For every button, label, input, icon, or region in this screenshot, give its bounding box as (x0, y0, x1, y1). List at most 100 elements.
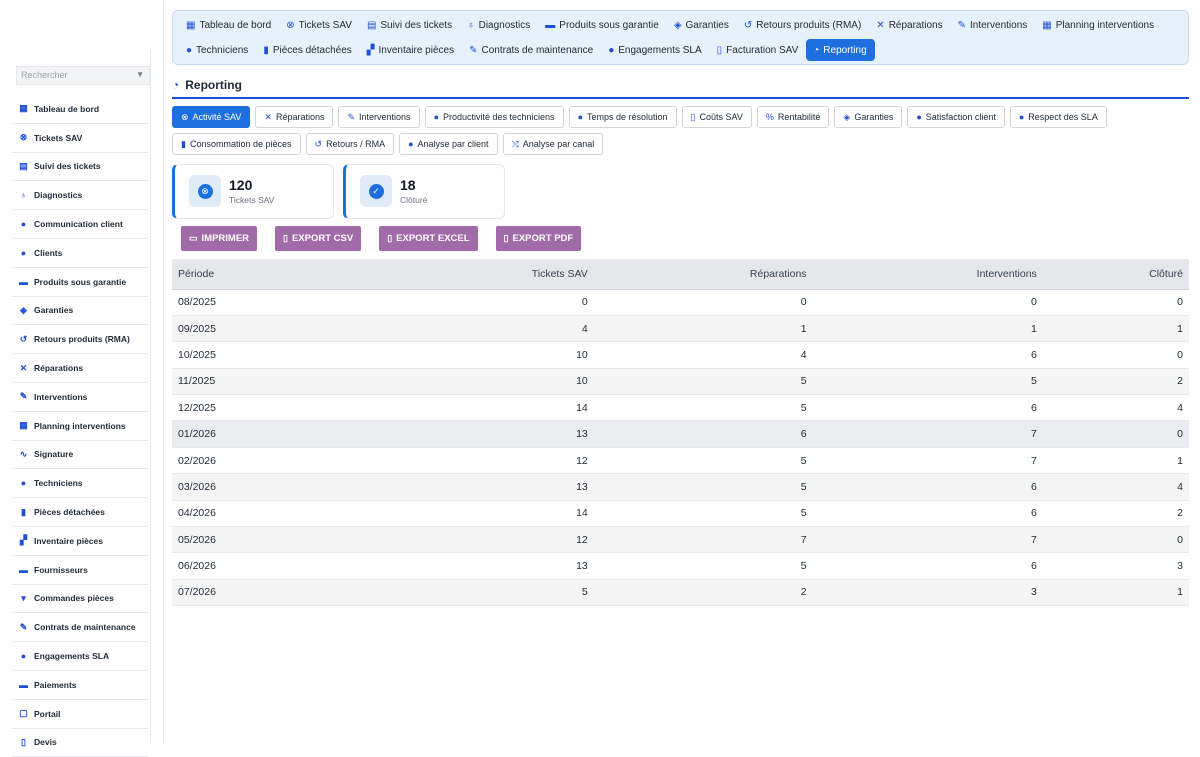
table-cell: 10/2025 (172, 341, 222, 369)
table-cell: 01/2026 (172, 420, 222, 448)
sidebar-item-pieces-detachees[interactable]: ▮ Pièces détachées (12, 498, 148, 527)
sidebar-item-inventaire-pieces[interactable]: ▞ Inventaire pièces (12, 527, 148, 556)
sidebar-item-label: Tickets SAV (34, 132, 83, 143)
top-nav-reporting[interactable]: ◔ Reporting (806, 39, 875, 61)
top-nav-tableau-de-bord[interactable]: ▦ Tableau de bord (179, 14, 279, 36)
top-nav-contrats-de-maintenance[interactable]: ✎ Contrats de maintenance (462, 39, 601, 61)
table-cell: 1 (1042, 315, 1189, 343)
sidebar-item-signature[interactable]: ∿ Signature (12, 441, 148, 470)
sidebar-item-diagnostics[interactable]: ♁ Diagnostics (12, 181, 148, 211)
table-cell: 05/2026 (172, 526, 222, 554)
tab-interventions[interactable]: ✎ Interventions (338, 106, 420, 128)
column-header-periode[interactable]: Période (172, 259, 222, 290)
sidebar-item-suivi-des-tickets[interactable]: ▤ Suivi des tickets (12, 153, 148, 182)
top-nav-techniciens[interactable]: ● Techniciens (179, 39, 256, 61)
sidebar-item-techniciens[interactable]: ● Techniciens (12, 469, 148, 499)
table-cell: 7 (812, 526, 1043, 554)
sidebar-search-select[interactable]: Rechercher ▼ (16, 66, 150, 85)
top-nav-tickets-sav[interactable]: ⊗ Tickets SAV (279, 14, 360, 36)
top-nav-label: Diagnostics (478, 19, 531, 31)
wrench-icon: ✎ (957, 19, 966, 31)
tab-respect-des-sla[interactable]: ● Respect des SLA (1009, 106, 1107, 128)
tab-productivite-des-techniciens[interactable]: ● Productivité des techniciens (424, 106, 564, 128)
column-header-cloture[interactable]: Clôturé (1042, 259, 1189, 290)
table-icon: ▤ (366, 19, 377, 31)
top-nav-engagements-sla[interactable]: ● Engagements SLA (601, 39, 709, 61)
imprimer-button[interactable]: ▭ IMPRIMER (181, 226, 258, 251)
sidebar-item-engagements-sla[interactable]: ● Engagements SLA (12, 642, 148, 671)
sidebar-item-reparations[interactable]: ✕ Réparations (12, 354, 148, 383)
top-nav-produits-sous-garantie[interactable]: ▬ Produits sous garantie (538, 14, 667, 36)
signature-icon: ∿ (19, 448, 28, 459)
export-csv-button[interactable]: ▯ EXPORT CSV (275, 226, 362, 251)
cart-icon: ▾ (21, 592, 26, 603)
top-nav-planning-interventions[interactable]: ▦ Planning interventions (1035, 14, 1162, 36)
tab-temps-de-resolution[interactable]: ● Temps de résolution (568, 106, 677, 128)
sidebar-item-tableau-de-bord[interactable]: ▦ Tableau de bord (12, 95, 148, 124)
sidebar-item-label: Clients (34, 247, 63, 258)
tab-activite-sav[interactable]: ⊗ Activité SAV (172, 106, 251, 128)
tab-label: Activité SAV (192, 112, 242, 122)
boxes-icon: ▞ (20, 535, 27, 546)
tab-analyse-par-canal[interactable]: ⤨ Analyse par canal (502, 133, 604, 155)
tab-reparations[interactable]: ✕ Réparations (255, 106, 334, 128)
dashboard-icon: ▦ (19, 103, 28, 114)
sidebar-item-label: Retours produits (RMA) (34, 334, 130, 345)
top-nav-reparations[interactable]: ✕ Réparations (869, 14, 950, 36)
sidebar-item-label: Produits sous garantie (34, 276, 127, 287)
sidebar-item-communication-client[interactable]: ● Communication client (12, 210, 148, 239)
sidebar-item-garanties[interactable]: ◈ Garanties (12, 297, 148, 326)
contract-icon: ✎ (469, 44, 478, 56)
tab-analyse-par-client[interactable]: ● Analyse par client (399, 133, 498, 155)
top-nav-facturation-sav[interactable]: ▯ Facturation SAV (710, 39, 807, 61)
tab-satisfaction-client[interactable]: ● Satisfaction client (907, 106, 1005, 128)
sidebar-item-paiements[interactable]: ▬ Paiements (12, 671, 148, 700)
column-header-reparations[interactable]: Réparations (593, 259, 813, 290)
table-cell: 5 (593, 447, 813, 475)
top-nav-retours-produits-rma[interactable]: ↺ Retours produits (RMA) (737, 14, 869, 36)
top-nav-row-1: ▦ Tableau de bord ⊗ Tickets SAV ▤ Suivi des t… (179, 14, 1162, 36)
sidebar-item-label: Signature (34, 449, 74, 460)
export-excel-button[interactable]: ▯ EXPORT EXCEL (379, 226, 478, 251)
sidebar-item-clients[interactable]: ● Clients (12, 239, 148, 268)
table-cell: 04/2026 (172, 500, 222, 528)
tab-consommation-de-pieces[interactable]: ▮ Consommation de pièces (172, 133, 301, 155)
sidebar-item-interventions[interactable]: ✎ Interventions (12, 383, 148, 412)
top-nav-inventaire-pieces[interactable]: ▞ Inventaire pièces (360, 39, 462, 61)
shield-icon: ◈ (20, 304, 27, 315)
sidebar-item-produits-sous-garantie[interactable]: ▬ Produits sous garantie (12, 268, 148, 297)
wrench-icon: ✎ (347, 111, 356, 122)
sidebar-item-planning-interventions[interactable]: ▦ Planning interventions (12, 412, 148, 441)
export-pdf-button[interactable]: ▯ EXPORT PDF (495, 226, 582, 251)
table-cell: 10 (221, 341, 594, 369)
sidebar-item-fournisseurs[interactable]: ▬ Fournisseurs (12, 556, 148, 585)
top-nav-suivi-des-tickets[interactable]: ▤ Suivi des tickets (360, 14, 460, 36)
tab-rentabilite[interactable]: % Rentabilité (756, 106, 830, 128)
tab-retours-rma[interactable]: ↺ Retours / RMA (305, 133, 395, 155)
report-table: Période Tickets SAV Réparations Interventio… (172, 259, 1189, 607)
contract-icon: ✎ (19, 621, 28, 632)
sidebar-item-contrats-de-maintenance[interactable]: ✎ Contrats de maintenance (12, 613, 148, 643)
sidebar-item-portail[interactable]: ▢ Portail (12, 700, 148, 729)
undo-icon: ↺ (743, 19, 753, 31)
top-nav-diagnostics[interactable]: ♁ Diagnostics (460, 14, 538, 36)
tab-garanties[interactable]: ◈ Garanties (834, 106, 903, 128)
sidebar-menu: ▦ Tableau de bord ⊗ Tickets SAV ▤ Suivi des t… (12, 95, 148, 757)
table-cell: 5 (812, 368, 1043, 396)
calendar-icon: ▦ (1042, 19, 1052, 31)
kpi-badge: ⊗ (189, 175, 221, 207)
invoice-icon: ▯ (716, 44, 723, 56)
column-header-interventions[interactable]: Interventions (812, 259, 1043, 290)
table-cell: 3 (1042, 552, 1189, 580)
export-label: EXPORT CSV (291, 233, 354, 244)
sidebar-item-tickets-sav[interactable]: ⊗ Tickets SAV (12, 124, 148, 153)
sidebar-item-commandes-pieces[interactable]: ▾ Commandes pièces (12, 585, 148, 614)
top-nav-garanties[interactable]: ◈ Garanties (667, 14, 737, 36)
tab-couts-sav[interactable]: ▯ Coûts SAV (681, 106, 752, 128)
table-row: 11/2025 10 5 5 2 (172, 368, 1189, 396)
tab-label: Productivité des techniciens (443, 112, 555, 122)
sidebar-item-retours-produits-rma[interactable]: ↺ Retours produits (RMA) (12, 325, 148, 355)
column-header-tickets-sav[interactable]: Tickets SAV (221, 259, 594, 290)
top-nav-pieces-detachees[interactable]: ▮ Pièces détachées (256, 39, 359, 61)
top-nav-interventions[interactable]: ✎ Interventions (951, 14, 1036, 36)
